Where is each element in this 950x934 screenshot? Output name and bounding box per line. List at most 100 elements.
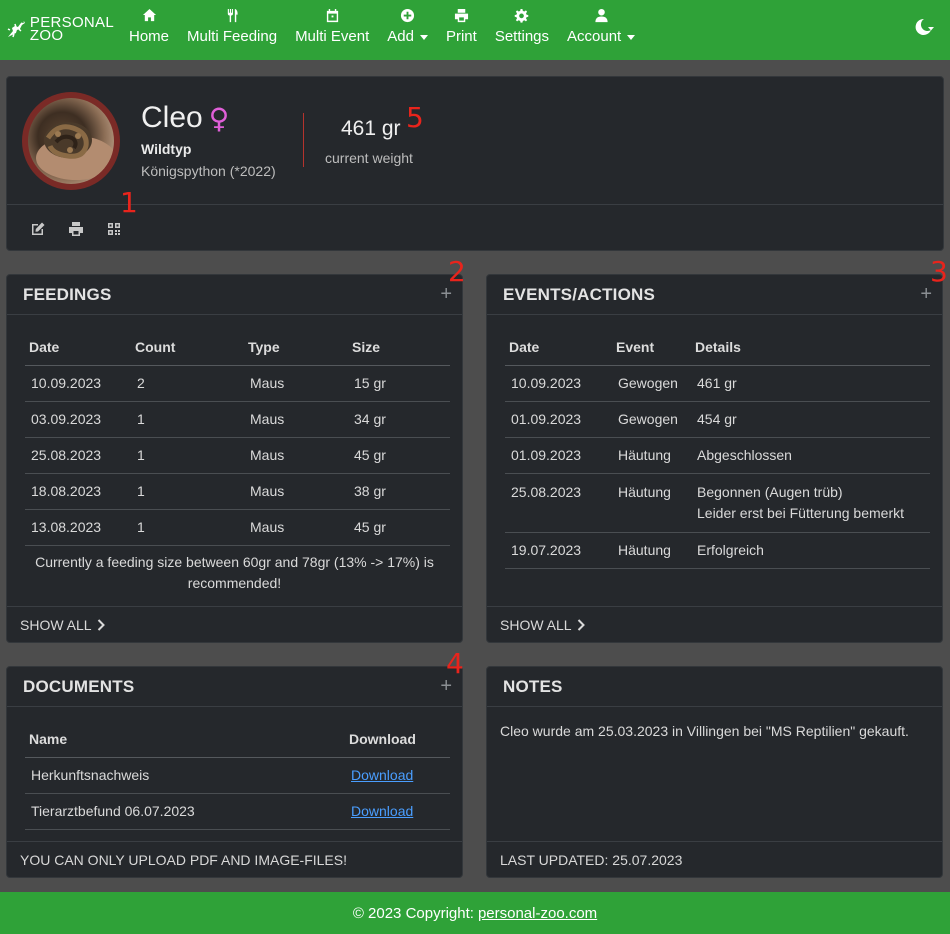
- home-icon: [142, 8, 156, 21]
- upload-hint: YOU CAN ONLY UPLOAD PDF AND IMAGE-FILES!: [20, 851, 347, 868]
- feeding-type: Maus: [244, 509, 348, 546]
- table-row: Herkunftsnachweis Download: [25, 757, 450, 794]
- column-header-download: Download: [345, 721, 450, 758]
- animal-species: Königspython (*2022): [141, 163, 276, 179]
- navbar: PERSONAL ZOO Home Multi Feeding Multi Ev…: [0, 0, 950, 60]
- calendar-icon: [326, 8, 338, 22]
- event-details: Begonnen (Augen trüb) Leider erst bei Fü…: [691, 473, 930, 533]
- table-row[interactable]: 25.08.2023 1 Maus 45 gr: [25, 437, 450, 474]
- documents-footer: YOU CAN ONLY UPLOAD PDF AND IMAGE-FILES!: [7, 841, 462, 877]
- nav-item-account[interactable]: Account: [558, 6, 644, 54]
- column-header-date: Date: [25, 329, 131, 366]
- event-date: 25.08.2023: [505, 473, 612, 533]
- event-details: 461 gr: [691, 365, 930, 402]
- event-details: 454 gr: [691, 401, 930, 438]
- profile-divider: [7, 204, 943, 205]
- table-row[interactable]: 10.09.2023 Gewogen 461 gr: [505, 365, 930, 402]
- feeding-type: Maus: [244, 365, 348, 402]
- feeding-size: 38 gr: [348, 473, 450, 510]
- profile-card: Cleo ♀ Wildtyp Königspython (*2022) 461 …: [6, 76, 944, 251]
- events-header: EVENTS/ACTIONS +: [487, 275, 942, 315]
- table-row[interactable]: 10.09.2023 2 Maus 15 gr: [25, 365, 450, 402]
- event-details: Erfolgreich: [691, 532, 930, 569]
- female-icon: ♀: [208, 101, 230, 135]
- chevron-right-icon: [577, 618, 585, 631]
- column-header-details: Details: [691, 329, 930, 366]
- edit-icon[interactable]: [30, 221, 46, 237]
- nav-label-home: Home: [129, 28, 170, 45]
- moon-icon[interactable]: [912, 16, 934, 38]
- nav-label-add: Add: [387, 28, 414, 45]
- nav-label-multi-feeding: Multi Feeding: [187, 28, 278, 45]
- table-row[interactable]: 13.08.2023 1 Maus 45 gr: [25, 509, 450, 546]
- animal-name: Cleo: [141, 101, 203, 134]
- documents-header: DOCUMENTS +: [7, 667, 462, 707]
- nav-label-print: Print: [445, 28, 477, 45]
- event-date: 01.09.2023: [505, 437, 612, 474]
- nav-item-multi-feeding[interactable]: Multi Feeding: [178, 6, 286, 54]
- nav-menu: Home Multi Feeding Multi Event Add Print…: [120, 6, 644, 54]
- column-header-count: Count: [131, 329, 244, 366]
- feeding-type: Maus: [244, 437, 348, 474]
- event-date: 10.09.2023: [505, 365, 612, 402]
- events-footer: SHOW ALL: [487, 606, 942, 642]
- nav-item-multi-event[interactable]: Multi Event: [286, 6, 378, 54]
- nav-item-print[interactable]: Print: [437, 6, 486, 54]
- nav-label-settings: Settings: [494, 28, 550, 45]
- event-type: Gewogen: [612, 365, 691, 402]
- feeding-date: 13.08.2023: [25, 509, 131, 546]
- table-row[interactable]: 19.07.2023 Häutung Erfolgreich: [505, 532, 930, 569]
- notes-title: NOTES: [503, 676, 563, 696]
- event-details-line1: Begonnen (Augen trüb): [697, 483, 843, 500]
- nav-item-settings[interactable]: Settings: [486, 6, 558, 54]
- table-row[interactable]: 18.08.2023 1 Maus 38 gr: [25, 473, 450, 510]
- print-icon[interactable]: [68, 221, 84, 237]
- table-row[interactable]: 03.09.2023 1 Maus 34 gr: [25, 401, 450, 438]
- last-updated: LAST UPDATED: 25.07.2023: [500, 851, 683, 868]
- nav-item-home[interactable]: Home: [120, 6, 178, 54]
- caret-down-icon: [627, 34, 636, 40]
- column-header-date: Date: [505, 329, 612, 366]
- feeding-size: 45 gr: [348, 437, 450, 474]
- events-show-all-link[interactable]: SHOW ALL: [500, 617, 585, 633]
- feeding-type: Maus: [244, 473, 348, 510]
- notes-card: NOTES Cleo wurde am 25.03.2023 in Villin…: [486, 666, 943, 878]
- show-all-label: SHOW ALL: [20, 616, 92, 633]
- feeding-date: 10.09.2023: [25, 365, 131, 402]
- copyright-text: © 2023 Copyright:: [352, 904, 474, 922]
- qr-code-icon[interactable]: [106, 221, 122, 237]
- feeding-count: 1: [131, 509, 244, 546]
- event-type: Häutung: [612, 437, 691, 474]
- feedings-card: FEEDINGS + Date Count Type Size 10.09.20…: [6, 274, 463, 643]
- caret-down-icon: [419, 34, 428, 40]
- annotation-2: 2: [448, 255, 466, 288]
- event-date: 19.07.2023: [505, 532, 612, 569]
- page-footer: © 2023 Copyright: personal-zoo.com: [0, 892, 950, 934]
- feeding-count: 1: [131, 437, 244, 474]
- user-icon: [595, 8, 608, 22]
- brand-logo[interactable]: PERSONAL ZOO: [4, 12, 114, 46]
- animal-morph: Wildtyp: [141, 141, 192, 157]
- download-link[interactable]: Download: [351, 803, 413, 819]
- recommendation-line2: recommended!: [187, 575, 282, 591]
- event-type: Häutung: [612, 473, 691, 533]
- nav-label-multi-event: Multi Event: [295, 28, 370, 45]
- download-link[interactable]: Download: [351, 767, 413, 783]
- feeding-date: 18.08.2023: [25, 473, 131, 510]
- events-card: EVENTS/ACTIONS + Date Event Details 10.0…: [486, 274, 943, 643]
- table-row[interactable]: 25.08.2023 Häutung Begonnen (Augen trüb)…: [505, 473, 930, 533]
- table-row[interactable]: 01.09.2023 Gewogen 454 gr: [505, 401, 930, 438]
- documents-title: DOCUMENTS: [23, 676, 135, 696]
- events-title: EVENTS/ACTIONS: [503, 284, 656, 304]
- utensils-icon: [227, 8, 238, 22]
- table-row[interactable]: 01.09.2023 Häutung Abgeschlossen: [505, 437, 930, 474]
- footer-site-link[interactable]: personal-zoo.com: [478, 905, 597, 922]
- snake-photo: [28, 98, 114, 184]
- feeding-recommendation: Currently a feeding size between 60gr an…: [19, 552, 450, 594]
- feedings-show-all-link[interactable]: SHOW ALL: [20, 617, 105, 633]
- column-header-size: Size: [348, 329, 450, 366]
- current-weight-label: current weight: [325, 150, 413, 166]
- feeding-count: 1: [131, 401, 244, 438]
- documents-table: Name Download Herkunftsnachweis Download …: [25, 721, 450, 830]
- nav-item-add[interactable]: Add: [378, 6, 437, 54]
